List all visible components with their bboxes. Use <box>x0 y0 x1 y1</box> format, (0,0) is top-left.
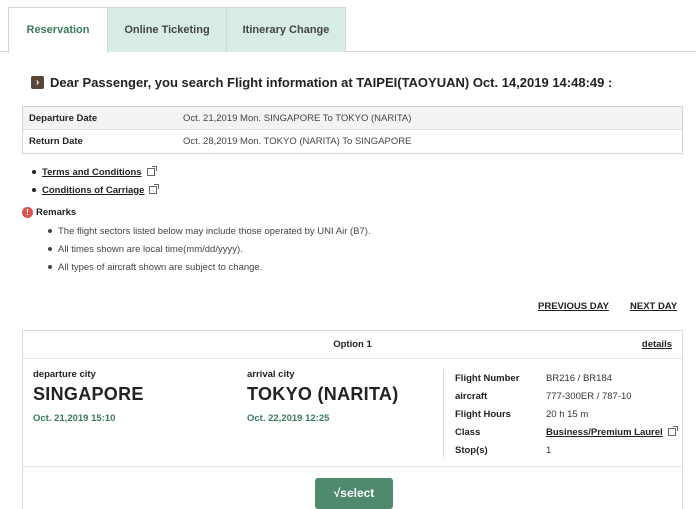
return-row: Return Date Oct. 28,2019 Mon. TOKYO (NAR… <box>23 130 682 153</box>
alert-icon: ! <box>22 207 33 218</box>
bullet <box>32 188 36 192</box>
divider <box>443 369 444 457</box>
tab-itinerary-change[interactable]: Itinerary Change <box>226 7 346 52</box>
previous-day-link[interactable]: PREVIOUS DAY <box>538 301 609 312</box>
carriage-link[interactable]: Conditions of Carriage <box>42 185 144 196</box>
stops-label: Stop(s) <box>455 444 488 456</box>
date-summary-table: Departure Date Oct. 21,2019 Mon. SINGAPO… <box>22 106 683 154</box>
option-body: departure city SINGAPORE Oct. 21,2019 15… <box>23 359 682 467</box>
external-link-icon <box>149 184 160 194</box>
flight-number-label: Flight Number <box>455 372 520 384</box>
remark-text: The flight sectors listed below may incl… <box>58 225 371 237</box>
remark-text: All times shown are local time(mm/dd/yyy… <box>58 243 243 255</box>
departure-city-label: departure city <box>33 369 96 380</box>
list-item: The flight sectors listed below may incl… <box>48 222 371 240</box>
remarks-list: The flight sectors listed below may incl… <box>48 222 371 276</box>
tab-reservation[interactable]: Reservation <box>8 7 108 53</box>
arrival-city-label: arrival city <box>247 369 295 380</box>
flight-hours-value: 20 h 15 m <box>546 408 589 420</box>
info-row: Class Business/Premium Laurel <box>455 423 678 441</box>
chevron-right-icon: › <box>31 76 44 89</box>
list-item: Conditions of Carriage <box>32 181 160 199</box>
arrival-block: arrival city TOKYO (NARITA) Oct. 22,2019… <box>247 369 399 424</box>
tab-online-ticketing[interactable]: Online Ticketing <box>107 7 227 52</box>
departure-date-value: Oct. 21,2019 Mon. SINGAPORE To TOKYO (NA… <box>183 113 412 124</box>
flight-number-value: BR216 / BR184 <box>546 372 613 384</box>
next-day-link[interactable]: NEXT DAY <box>630 301 677 312</box>
flight-option-card: Option 1 details departure city SINGAPOR… <box>22 330 683 509</box>
info-row: Stop(s) 1 <box>455 441 676 459</box>
remark-text: All types of aircraft shown are subject … <box>58 261 263 273</box>
external-link-icon <box>667 426 678 436</box>
arrival-city: TOKYO (NARITA) <box>247 384 399 404</box>
option-header: Option 1 details <box>23 331 682 359</box>
info-row: Flight Hours 20 h 15 m <box>455 405 676 423</box>
departure-block: departure city SINGAPORE Oct. 21,2019 15… <box>33 369 144 424</box>
list-item: All times shown are local time(mm/dd/yyy… <box>48 240 371 258</box>
policy-links: Terms and Conditions Conditions of Carri… <box>32 163 160 199</box>
aircraft-label: aircraft <box>455 390 488 402</box>
list-item: Terms and Conditions <box>32 163 157 181</box>
tab-bar: Reservation Online Ticketing Itinerary C… <box>0 0 696 53</box>
external-link-icon <box>146 166 157 176</box>
remarks-section: ! Remarks The flight sectors listed belo… <box>22 207 371 276</box>
details-link[interactable]: details <box>642 331 672 359</box>
return-date-label: Return Date <box>29 136 83 147</box>
bullet <box>48 247 52 251</box>
page-title: › Dear Passenger, you search Flight info… <box>31 75 612 90</box>
departure-date-label: Departure Date <box>29 113 98 124</box>
departure-time: Oct. 21,2019 15:10 <box>33 413 116 424</box>
departure-city: SINGAPORE <box>33 384 144 404</box>
bullet <box>48 229 52 233</box>
remarks-title: ! Remarks <box>22 207 371 218</box>
remarks-label: Remarks <box>36 207 77 218</box>
bullet <box>48 265 52 269</box>
class-link[interactable]: Business/Premium Laurel <box>546 427 663 438</box>
arrival-time: Oct. 22,2019 12:25 <box>247 413 330 424</box>
list-item: All types of aircraft shown are subject … <box>48 258 371 276</box>
select-button[interactable]: √select <box>315 478 393 509</box>
stops-value: 1 <box>546 444 552 456</box>
departure-row: Departure Date Oct. 21,2019 Mon. SINGAPO… <box>23 107 682 130</box>
option-title: Option 1 <box>333 339 372 350</box>
aircraft-value: 777-300ER / 787-10 <box>546 390 632 402</box>
bullet <box>32 170 36 174</box>
flight-hours-label: Flight Hours <box>455 408 511 420</box>
class-label: Class <box>455 426 481 438</box>
info-row: aircraft 777-300ER / 787-10 <box>455 387 676 405</box>
flight-info: Flight Number BR216 / BR184 aircraft 777-3… <box>455 369 678 459</box>
info-row: Flight Number BR216 / BR184 <box>455 369 676 387</box>
headline-text: Dear Passenger, you search Flight inform… <box>50 75 613 90</box>
return-date-value: Oct. 28,2019 Mon. TOKYO (NARITA) To SING… <box>183 136 412 147</box>
terms-link[interactable]: Terms and Conditions <box>42 167 142 178</box>
